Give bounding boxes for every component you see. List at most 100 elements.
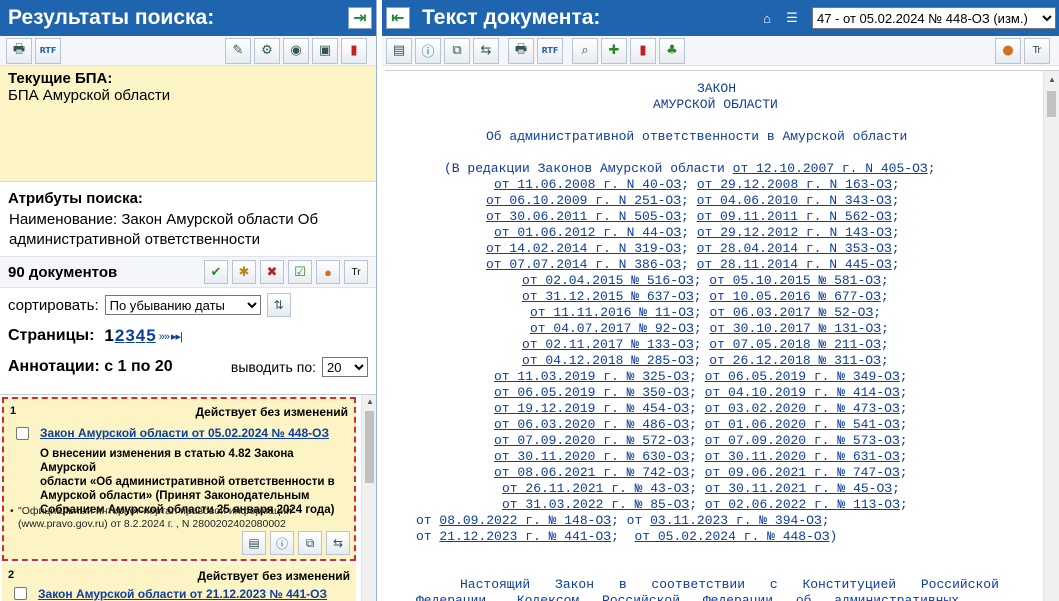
edition-link[interactable]: от 26.12.2018 № 311-ОЗ [709, 353, 881, 368]
edition-link[interactable]: от 14.02.2014 г. N 319-ОЗ [486, 241, 681, 256]
result-item[interactable]: 1 Действует без изменений Закон Амурской… [2, 397, 356, 561]
invert-selection-icon[interactable]: ☑ [288, 260, 312, 284]
document-icon[interactable]: ▤ [242, 531, 266, 555]
edition-link[interactable]: от 06.03.2020 г. № 486-ОЗ [494, 417, 689, 432]
links-icon[interactable]: ⧉ [444, 37, 470, 64]
text-size-icon[interactable]: Tr [344, 260, 368, 284]
edition-link[interactable]: от 03.02.2020 г. № 473-ОЗ [705, 401, 900, 416]
edition-link[interactable]: от 29.12.2008 г. N 163-ОЗ [697, 177, 892, 192]
edition-link[interactable]: от 19.12.2019 г. № 454-ОЗ [494, 401, 689, 416]
palette-icon[interactable]: ● [995, 37, 1021, 64]
per-page-select[interactable]: 20 [322, 357, 368, 377]
edition-link[interactable]: от 01.06.2012 г. N 44-ОЗ [494, 225, 681, 240]
edition-link[interactable]: от 28.11.2014 г. N 445-ОЗ [697, 257, 892, 272]
settings-icon[interactable]: ⚙ [254, 37, 280, 64]
edition-link[interactable]: от 06.05.2019 г. № 349-ОЗ [705, 369, 900, 384]
edition-link[interactable]: от 28.04.2014 г. N 353-ОЗ [697, 241, 892, 256]
page-3[interactable]: 3 [125, 326, 134, 346]
scroll-up-icon[interactable]: ▲ [366, 397, 374, 406]
page-2[interactable]: 2 [115, 326, 124, 346]
edition-link[interactable]: 08.09.2022 г. № 148-ОЗ [439, 513, 611, 528]
scroll-thumb[interactable] [1047, 91, 1056, 117]
edition-link[interactable]: от 02.11.2017 № 133-ОЗ [522, 337, 694, 352]
edition-link[interactable]: от 07.09.2020 г. № 572-ОЗ [494, 433, 689, 448]
edition-link[interactable]: от 30.06.2011 г. N 505-ОЗ [486, 209, 681, 224]
palette-icon[interactable]: ● [316, 260, 340, 284]
rtf-export-icon[interactable]: RTF [537, 37, 563, 64]
edition-link[interactable]: от 31.12.2015 № 637-ОЗ [522, 289, 694, 304]
page-5[interactable]: 5 [146, 326, 155, 346]
page-4[interactable]: 4 [136, 326, 145, 346]
edition-link[interactable]: от 07.05.2018 № 211-ОЗ [709, 337, 881, 352]
database-icon[interactable]: ◉ [283, 37, 309, 64]
home-icon[interactable]: ⌂ [759, 10, 775, 26]
info-icon[interactable]: ⓘ [415, 37, 441, 64]
contents-icon[interactable]: ☰ [784, 10, 800, 26]
edition-link[interactable]: от 12.10.2007 г. N 405-ОЗ [733, 161, 928, 176]
edition-link[interactable]: от 05.10.2015 № 581-ОЗ [709, 273, 881, 288]
page-1[interactable]: 1 [104, 326, 113, 346]
tree-icon[interactable]: ♣ [659, 37, 685, 64]
printer-icon[interactable]: 🖶 [508, 37, 534, 64]
edition-link[interactable]: 21.12.2023 г. № 441-ОЗ [439, 529, 611, 544]
next-pages-icon[interactable]: »» ▸▸| [159, 330, 183, 343]
find-icon[interactable]: ⌕ [572, 37, 598, 64]
edition-link[interactable]: 03.11.2023 г. № 394-ОЗ [650, 513, 822, 528]
printer-icon[interactable]: 🖶 [6, 37, 32, 64]
edition-link[interactable]: от 08.06.2021 г. № 742-ОЗ [494, 465, 689, 480]
edition-link[interactable]: от 07.09.2020 г. № 573-ОЗ [705, 433, 900, 448]
edition-link[interactable]: от 07.07.2014 г. N 386-ОЗ [486, 257, 681, 272]
document-version-select[interactable]: 47 - от 05.02.2024 № 448-ОЗ (изм.) [812, 7, 1056, 29]
deselect-icon[interactable]: ✖ [260, 260, 284, 284]
edition-link[interactable]: от 04.10.2019 г. № 414-ОЗ [705, 385, 900, 400]
compare-icon[interactable]: ⇆ [473, 37, 499, 64]
document-icon[interactable]: ▤ [386, 37, 412, 64]
edition-link[interactable]: от 11.11.2016 № 11-ОЗ [530, 305, 694, 320]
add-icon[interactable]: ✚ [601, 37, 627, 64]
rtf-export-icon[interactable]: RTF [35, 37, 61, 64]
edition-link[interactable]: от 06.03.2017 № 52-ОЗ [709, 305, 873, 320]
bookmark-icon[interactable]: ▮ [341, 37, 367, 64]
text-size-icon[interactable]: Tr [1024, 37, 1050, 64]
result-title-link[interactable]: Закон Амурской области от 05.02.2024 № 4… [40, 426, 329, 440]
edition-link[interactable]: от 01.06.2020 г. № 541-ОЗ [705, 417, 900, 432]
info-icon[interactable]: ⓘ [270, 531, 294, 555]
edition-link[interactable]: от 05.02.2024 г. № 448-ОЗ [634, 529, 829, 544]
select-page-icon[interactable]: ✱ [232, 260, 256, 284]
results-scrollbar[interactable]: ▲ [361, 395, 376, 601]
edition-link[interactable]: от 06.10.2009 г. N 251-ОЗ [486, 193, 681, 208]
document-scrollbar[interactable]: ▲ [1043, 71, 1059, 601]
result-item[interactable]: 2 Действует без изменений Закон Амурской… [2, 563, 356, 601]
edition-link[interactable]: от 04.06.2010 г. N 343-ОЗ [697, 193, 892, 208]
edition-link[interactable]: от 30.11.2020 г. № 631-ОЗ [705, 449, 900, 464]
select-all-icon[interactable]: ✔ [204, 260, 228, 284]
apply-sort-icon[interactable]: ⇅ [266, 293, 291, 317]
edition-link[interactable]: от 31.03.2022 г. № 85-ОЗ [502, 497, 689, 512]
edition-link[interactable]: от 04.07.2017 № 92-ОЗ [530, 321, 694, 336]
compare-icon[interactable]: ⇆ [326, 531, 350, 555]
links-icon[interactable]: ⧉ [298, 531, 322, 555]
bookmark-add-icon[interactable]: ▮ [630, 37, 656, 64]
scroll-up-icon[interactable]: ▲ [1048, 75, 1056, 84]
edit-icon[interactable]: ✎ [225, 37, 251, 64]
window-icon[interactable]: ▣ [312, 37, 338, 64]
edition-link[interactable]: от 04.12.2018 № 285-ОЗ [522, 353, 694, 368]
edition-link[interactable]: от 02.04.2015 № 516-ОЗ [522, 273, 694, 288]
edition-link[interactable]: от 02.06.2022 г. № 113-ОЗ [705, 497, 900, 512]
expand-panel-icon[interactable]: ⇤ [386, 7, 410, 29]
edition-link[interactable]: от 06.05.2019 г. № 350-ОЗ [494, 385, 689, 400]
result-checkbox[interactable] [14, 587, 27, 600]
edition-link[interactable]: от 30.11.2021 г. № 45-ОЗ [705, 481, 892, 496]
edition-link[interactable]: от 11.03.2019 г. № 325-ОЗ [494, 369, 689, 384]
scroll-thumb[interactable] [365, 411, 374, 483]
sort-select[interactable]: По убыванию даты [104, 295, 261, 315]
edition-link[interactable]: от 29.12.2012 г. N 143-ОЗ [697, 225, 892, 240]
result-title-link[interactable]: Закон Амурской области от 21.12.2023 № 4… [38, 587, 327, 601]
edition-link[interactable]: от 09.11.2011 г. N 562-ОЗ [697, 209, 892, 224]
edition-link[interactable]: от 26.11.2021 г. № 43-ОЗ [502, 481, 689, 496]
edition-link[interactable]: от 10.05.2016 № 677-ОЗ [709, 289, 881, 304]
edition-link[interactable]: от 09.06.2021 г. № 747-ОЗ [705, 465, 900, 480]
edition-link[interactable]: от 30.11.2020 г. № 630-ОЗ [494, 449, 689, 464]
collapse-panel-icon[interactable]: ⇥ [348, 7, 372, 29]
edition-link[interactable]: от 30.10.2017 № 131-ОЗ [709, 321, 881, 336]
